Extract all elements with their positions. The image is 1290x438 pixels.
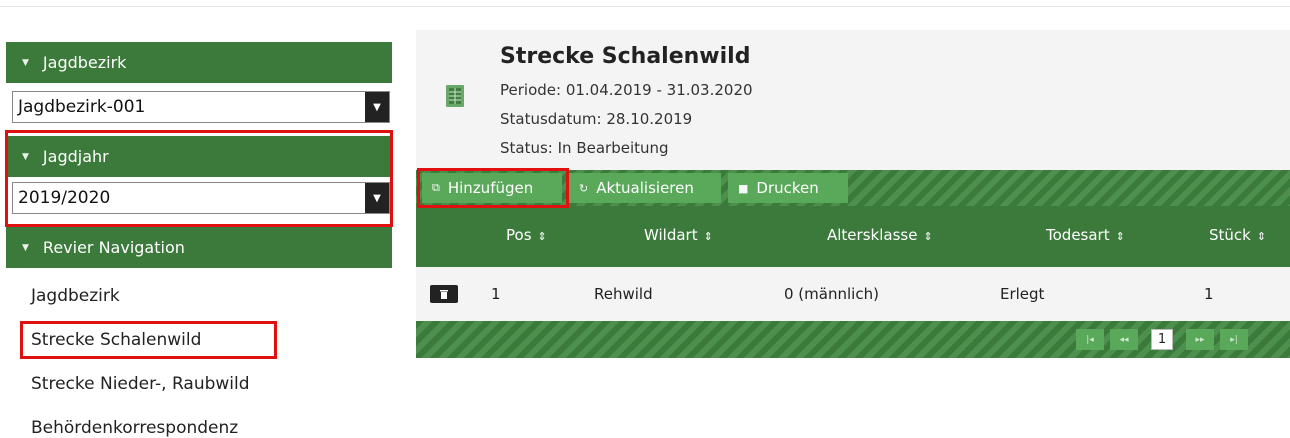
top-divider [0, 6, 1290, 7]
column-header-pos[interactable]: Pos ⇕ [506, 226, 547, 244]
print-button-label: Drucken [756, 179, 819, 197]
nav-link-behoerdenkorrespondenz[interactable]: Behördenkorrespondenz [31, 418, 238, 438]
document-icon [446, 85, 464, 107]
status-text: Status: In Bearbeitung [500, 139, 669, 157]
dropdown-arrow-icon[interactable]: ▼ [365, 92, 389, 122]
sort-icon: ⇕ [1115, 230, 1125, 243]
current-page-button[interactable]: 1 [1151, 329, 1173, 350]
chevron-down-icon: ▼ [22, 242, 29, 253]
jagdbezirk-header-label: Jagdbezirk [42, 53, 127, 72]
highlight-strecke-schalenwild [20, 321, 277, 359]
last-page-icon[interactable]: ▸| [1220, 329, 1248, 350]
first-page-icon[interactable]: |◂ [1076, 329, 1104, 350]
refresh-button-label: Aktualisieren [596, 179, 694, 197]
column-header-wildart-label: Wildart [644, 226, 698, 244]
refresh-icon: ↻ [579, 181, 589, 195]
table-header: Pos ⇕ Wildart ⇕ Altersklasse ⇕ Todesart ⇕ St… [416, 206, 1290, 267]
revier-navigation-header-label: Revier Navigation [42, 238, 185, 257]
sort-icon: ⇕ [703, 230, 713, 243]
jagdbezirk-select-value: Jagdbezirk-001 [18, 97, 146, 117]
column-header-todesart[interactable]: Todesart ⇕ [1046, 226, 1125, 244]
page-title: Strecke Schalenwild [500, 44, 751, 69]
sort-icon: ⇕ [537, 230, 547, 243]
statusdatum-text: Statusdatum: 28.10.2019 [500, 110, 693, 128]
column-header-altersklasse[interactable]: Altersklasse ⇕ [827, 226, 933, 244]
cell-stueck: 1 [1204, 285, 1214, 303]
column-header-wildart[interactable]: Wildart ⇕ [644, 226, 713, 244]
next-page-icon[interactable]: ▸▸ [1186, 329, 1214, 350]
trash-icon [440, 290, 448, 299]
highlight-add-button [417, 168, 569, 208]
column-header-pos-label: Pos [506, 226, 532, 244]
delete-row-button[interactable] [430, 285, 458, 303]
sort-icon: ⇕ [1256, 230, 1267, 243]
revier-navigation-header[interactable]: ▼ Revier Navigation [6, 227, 392, 268]
refresh-button[interactable]: ↻ Aktualisieren [569, 173, 721, 203]
nav-link-strecke-nieder-raubwild[interactable]: Strecke Nieder-, Raubwild [31, 374, 250, 394]
cell-wildart: Rehwild [594, 285, 653, 303]
prev-page-icon[interactable]: ◂◂ [1110, 329, 1138, 350]
cell-altersklasse: 0 (männlich) [784, 285, 879, 303]
cell-pos: 1 [491, 285, 501, 303]
column-header-stueck-label: Stück [1209, 226, 1251, 244]
nav-link-jagdbezirk[interactable]: Jagdbezirk [31, 286, 120, 306]
pagination-bar: |◂ ◂◂ 1 ▸▸ ▸| [416, 321, 1290, 358]
column-header-altersklasse-label: Altersklasse [827, 226, 918, 244]
jagdbezirk-select[interactable]: Jagdbezirk-001 ▼ [12, 91, 390, 123]
cell-todesart: Erlegt [1000, 285, 1045, 303]
periode-text: Periode: 01.04.2019 - 31.03.2020 [500, 81, 753, 99]
highlight-jagdjahr [5, 130, 393, 227]
print-button[interactable]: ■ Drucken [728, 173, 848, 203]
column-header-stueck[interactable]: Stück ⇕ [1209, 226, 1266, 244]
chevron-down-icon: ▼ [22, 57, 29, 68]
sort-icon: ⇕ [923, 230, 933, 243]
table-row[interactable]: 1 Rehwild 0 (männlich) Erlegt 1 [416, 267, 1290, 321]
column-header-todesart-label: Todesart [1046, 226, 1110, 244]
print-icon: ■ [738, 181, 749, 195]
jagdbezirk-panel-header[interactable]: ▼ Jagdbezirk [6, 42, 392, 83]
